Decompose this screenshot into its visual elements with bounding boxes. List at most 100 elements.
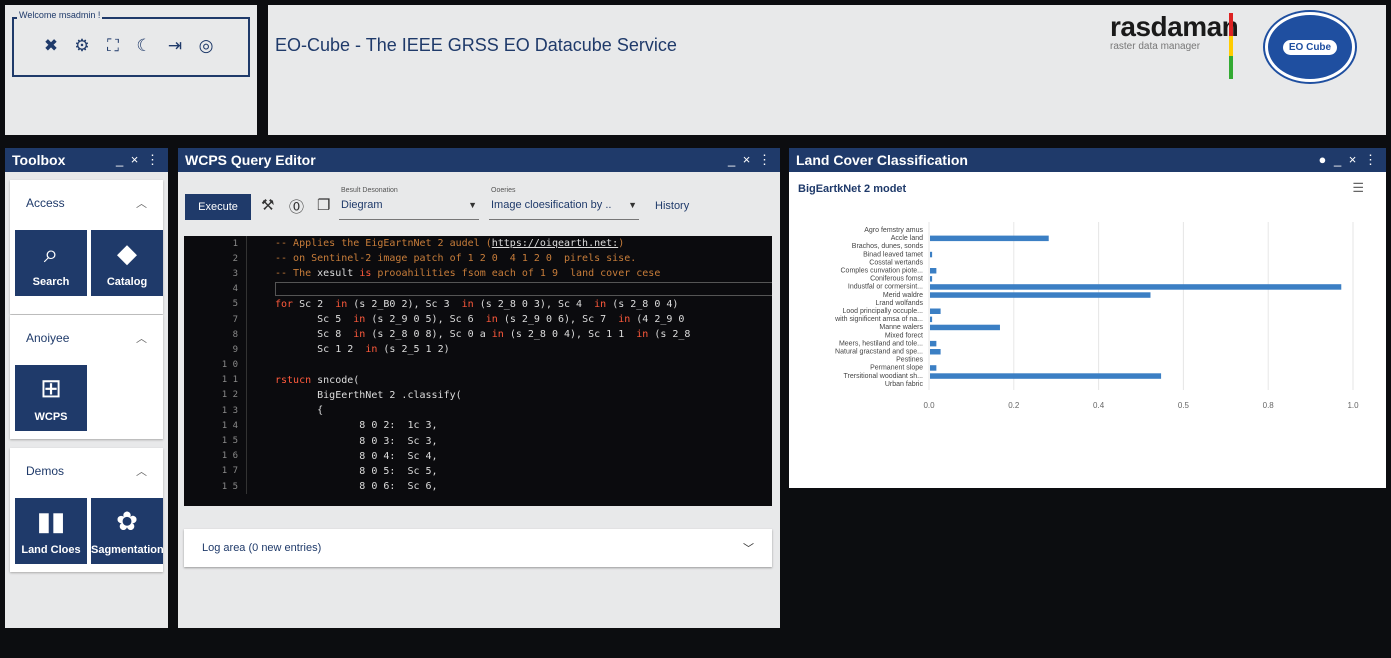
wrench-icon[interactable]: ✖ (41, 36, 61, 56)
bar[interactable] (930, 373, 1162, 379)
logout-icon[interactable]: ⇥ (165, 36, 185, 56)
help-circle-icon[interactable]: ◎ (196, 36, 216, 56)
tile-label: Sagmentation (91, 544, 164, 556)
moon-icon[interactable]: ☾ (134, 36, 154, 56)
section-header[interactable]: Demos ︿ (10, 448, 163, 494)
bar[interactable] (930, 324, 1000, 331)
category-label: Agro femstry amus (864, 227, 923, 234)
log-area[interactable]: Log area (0 new entries) ﹀ (184, 529, 772, 567)
line-number: 1 7 (221, 466, 238, 477)
code-line[interactable]: 7 Sc 5 in (s 2_9 0 5), Sc 6 in (s 2_9 0 … (184, 311, 772, 328)
code-text: -- The xesult is prooahilities fsom each… (246, 266, 660, 282)
code-line[interactable]: 2 -- on Sentinel-2 image patch of 1 2 0 4… (184, 251, 772, 267)
land-cover-tile[interactable]: ▮▮ Land Cloes (15, 498, 87, 564)
chevron-up-icon[interactable]: ︿ (136, 463, 147, 479)
category-label: Merid waldre (883, 292, 923, 299)
line-number: 4 (232, 284, 238, 295)
bar[interactable] (930, 365, 937, 371)
line-number: 7 (232, 314, 238, 325)
code-line[interactable]: 1 5 8 0 3: Sc 3, (184, 433, 772, 449)
code-line[interactable]: 1 2 BigEerthNet 2 .classify( (184, 387, 772, 404)
layers-icon: ◆ (117, 238, 137, 268)
landcover-title: Land Cover Classification (796, 152, 968, 168)
code-line[interactable]: 1 4 8 0 2: 1c 3, (184, 418, 772, 434)
line-number: 1 0 (221, 360, 238, 371)
editor-titlebar: WCPS Query Editor _ × ⋮ (178, 148, 780, 172)
select-value: Diegram (341, 199, 383, 211)
section-header[interactable]: Anoiyee ︿ (10, 315, 163, 361)
copy-icon[interactable]: ❐ (317, 196, 330, 214)
code-line[interactable]: 1 3 { (184, 403, 772, 419)
category-label: Accle land (891, 235, 923, 242)
bar[interactable] (930, 349, 941, 355)
chevron-up-icon[interactable]: ︿ (136, 330, 147, 346)
bar-chart-icon: ▮▮ (36, 506, 66, 536)
help-circle-icon[interactable]: ⓪ (289, 196, 304, 217)
chevron-down-icon[interactable]: ﹀ (743, 540, 754, 556)
code-line[interactable]: 5 for Sc 2 in (s 2_B0 2), Sc 3 in (s 2_8 … (184, 296, 772, 312)
category-label: Mixed forect (885, 332, 923, 339)
dropdown-arrow-icon: ▼ (468, 200, 477, 210)
bar[interactable] (930, 284, 1342, 290)
code-text: 8 0 4: Sc 4, (246, 448, 438, 464)
bar[interactable] (930, 235, 1049, 242)
queries-select[interactable]: Ooeries Image cloesification by .. ▼ (489, 187, 639, 220)
bar[interactable] (930, 268, 937, 274)
search-icon: ⌕ (43, 238, 59, 268)
bar[interactable] (930, 276, 933, 282)
code-text: 8 0 5: Sc 5, (246, 463, 438, 479)
code-text: 8 0 3: Sc 3, (246, 433, 438, 449)
line-number: 1 1 (221, 375, 238, 386)
window-controls[interactable]: ● _ × ⋮ (1318, 152, 1379, 168)
code-line[interactable]: 3 -- The xesult is prooahilities fsom eac… (184, 266, 772, 282)
land-cover-panel: Land Cover Classification ● _ × ⋮ BigEar… (789, 148, 1386, 488)
toolbox-titlebar: Toolbox _ × ⋮ (5, 148, 168, 172)
wcps-tile[interactable]: ⊞ WCPS (15, 365, 87, 431)
segmentation-tile[interactable]: ✿ Sagmentation (91, 498, 164, 564)
history-button[interactable]: History (655, 200, 689, 212)
category-label: Binad leaved tamet (863, 251, 923, 258)
code-line[interactable]: 1 0 (184, 357, 772, 373)
code-text: Sc 5 in (s 2_9 0 5), Sc 6 in (s 2_9 0 6)… (246, 311, 684, 328)
search-gear-icon[interactable]: ⚙ (72, 36, 92, 56)
section-header[interactable]: Access ︿ (10, 180, 163, 226)
editor-toolbar: Execute ⚒ ⓪ ❐ Besult Desonation Diegram … (183, 182, 773, 222)
chevron-up-icon[interactable]: ︿ (136, 195, 147, 211)
code-line[interactable]: 9 Sc 1 2 in (s 2_5 1 2) (184, 342, 772, 358)
code-line[interactable]: 1 1 rstucn sncode( (184, 372, 772, 388)
tile-label: Land Cloes (21, 544, 81, 556)
code-text: -- on Sentinel-2 image patch of 1 2 0 4 … (246, 251, 636, 267)
bar[interactable] (930, 251, 933, 258)
code-text: BigEerthNet 2 .classify( (246, 387, 462, 404)
code-line[interactable]: 1 -- Applies the EigEartnNet 2 audel (htt… (184, 236, 772, 252)
code-editor[interactable]: 1 -- Applies the EigEartnNet 2 audel (htt… (184, 236, 772, 506)
welcome-panel: Welcome msadmin ! ✖ ⚙ ⛶ ☾ ⇥ ◎ (5, 5, 257, 135)
toolbox-title: Toolbox (12, 152, 66, 168)
code-line[interactable]: 8 Sc 8 in (s 2_8 0 8), Sc 0 a in (s 2_8 … (184, 327, 772, 343)
bar[interactable] (930, 340, 937, 347)
code-line[interactable]: 4 (184, 281, 772, 297)
window-controls[interactable]: _ × ⋮ (728, 152, 773, 168)
wcps-editor-panel: WCPS Query Editor _ × ⋮ Execute ⚒ ⓪ ❐ Be… (178, 148, 780, 628)
code-text (246, 281, 772, 297)
code-text: rstucn sncode( (246, 372, 359, 388)
search-tile[interactable]: ⌕ Search (15, 230, 87, 296)
code-line[interactable]: 1 7 8 0 5: Sc 5, (184, 463, 772, 479)
execute-button[interactable]: Execute (185, 194, 251, 220)
bar[interactable] (930, 292, 1151, 298)
section-label: Access (26, 196, 65, 210)
log-label: Log area (0 new entries) (202, 542, 322, 554)
code-line[interactable]: 1 5 8 0 6: Sc 6, (184, 479, 772, 495)
catalog-tile[interactable]: ◆ Catalog (91, 230, 163, 296)
code-line[interactable]: 1 6 8 0 4: Sc 4, (184, 448, 772, 464)
bar[interactable] (930, 308, 941, 315)
fullscreen-icon[interactable]: ⛶ (103, 36, 123, 56)
line-number: 1 4 (221, 420, 238, 431)
magic-wand-icon[interactable]: ⚒ (261, 196, 274, 214)
code-text: for Sc 2 in (s 2_B0 2), Sc 3 in (s 2_8 0… (246, 296, 678, 312)
line-number: 1 3 (221, 405, 238, 416)
window-controls[interactable]: _ × ⋮ (116, 152, 161, 168)
result-destination-select[interactable]: Besult Desonation Diegram ▼ (339, 187, 479, 220)
tile-label: WCPS (34, 411, 68, 423)
bar[interactable] (930, 316, 933, 323)
